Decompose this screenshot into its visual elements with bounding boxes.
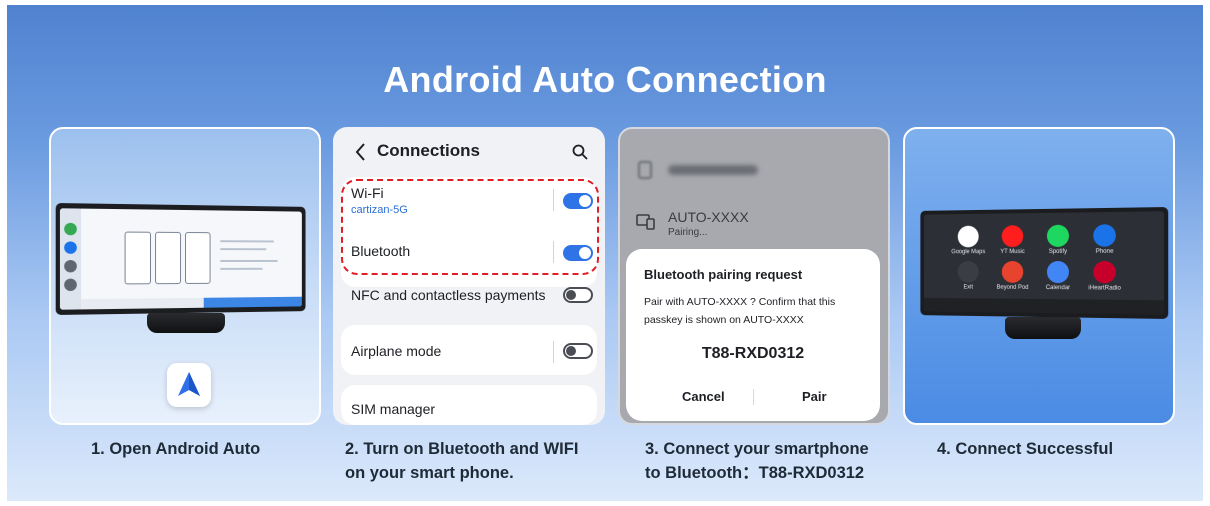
text-line bbox=[220, 248, 267, 251]
app-icon-yt-music[interactable] bbox=[1001, 225, 1024, 248]
banner: Android Auto Connection Connections Wi-F… bbox=[7, 5, 1203, 501]
caption-line: 1. Open Android Auto bbox=[91, 440, 261, 458]
highlight-outline bbox=[341, 179, 599, 275]
step-4-panel: Google Maps YT Music Spotify Phone Exit Beyon… bbox=[903, 127, 1175, 425]
step-1-caption: 1. Open Android Auto bbox=[91, 437, 260, 461]
device-name[interactable]: AUTO-XXXX bbox=[668, 209, 749, 225]
nfc-row[interactable]: NFC and contactless payments bbox=[341, 285, 597, 315]
app-label: Phone bbox=[1095, 248, 1114, 255]
app-label: Google Maps bbox=[951, 249, 986, 256]
caption-line: on your smart phone. bbox=[345, 464, 514, 482]
chevron-left-icon[interactable] bbox=[351, 139, 371, 165]
step-3-caption: 3. Connect your smartphone to Bluetooth：… bbox=[645, 437, 869, 485]
app-icon-google-maps[interactable] bbox=[957, 225, 979, 248]
step-1-panel bbox=[49, 127, 321, 425]
step-2-panel: Connections Wi-Fi cartizan-5G Bluetooth … bbox=[333, 127, 605, 425]
app-icon-iheartradio[interactable] bbox=[1093, 260, 1116, 284]
text-line bbox=[220, 259, 278, 262]
headline: Android Auto Connection bbox=[383, 59, 827, 100]
app-label: iHeartRadio bbox=[1088, 285, 1121, 292]
text-line bbox=[220, 240, 274, 243]
computer-icon bbox=[636, 213, 656, 231]
caption-line: 2. Turn on Bluetooth and WIFI bbox=[345, 440, 579, 458]
dialog-message: Pair with AUTO-XXXX ? Confirm that this … bbox=[644, 293, 866, 329]
divider bbox=[753, 389, 754, 405]
app-icon-exit[interactable] bbox=[957, 261, 979, 283]
pairing-dialog: Bluetooth pairing request Pair with AUTO… bbox=[626, 249, 880, 421]
device-stand bbox=[1005, 317, 1081, 339]
media-bar bbox=[924, 297, 1164, 315]
app-label: Beyond Pod bbox=[996, 284, 1029, 291]
device-status: Pairing... bbox=[668, 227, 708, 238]
nfc-toggle[interactable] bbox=[563, 287, 593, 303]
app-label: Exit bbox=[963, 284, 973, 291]
back-icon bbox=[64, 260, 77, 273]
step-4-caption: 4. Connect Successful bbox=[937, 437, 1113, 461]
app-icon-beyond-pod[interactable] bbox=[1001, 261, 1024, 283]
phone-illustration bbox=[124, 231, 152, 285]
dialog-line: Pair with AUTO-XXXX ? Confirm that this bbox=[644, 296, 836, 308]
caption-line: 4. Connect Successful bbox=[937, 440, 1114, 458]
phone-illustration bbox=[185, 232, 211, 284]
head-unit-screen bbox=[55, 203, 306, 315]
airplane-toggle[interactable] bbox=[563, 343, 593, 359]
head-unit-screen: Google Maps YT Music Spotify Phone Exit Beyon… bbox=[920, 207, 1169, 319]
phone-illustration bbox=[155, 231, 182, 285]
phone-icon bbox=[638, 161, 652, 179]
search-icon[interactable] bbox=[571, 143, 589, 161]
dialog-line: passkey is shown on AUTO-XXXX bbox=[644, 314, 804, 326]
dialog-title: Bluetooth pairing request bbox=[644, 267, 803, 282]
nfc-label: NFC and contactless payments bbox=[351, 287, 546, 303]
passkey: T88-RXD0312 bbox=[701, 345, 805, 362]
caption-line: to Bluetooth：T88-RXD0312 bbox=[645, 464, 865, 482]
app-label: YT Music bbox=[1000, 249, 1025, 256]
android-auto-icon[interactable] bbox=[167, 363, 211, 407]
app-icon-spotify[interactable] bbox=[1046, 224, 1069, 247]
divider bbox=[553, 341, 554, 363]
airplane-label: Airplane mode bbox=[351, 343, 442, 359]
connections-header: Connections bbox=[333, 137, 605, 167]
airplane-row[interactable]: Airplane mode bbox=[341, 341, 597, 371]
maps-icon bbox=[64, 222, 77, 236]
step-3-panel: AUTO-XXXX Pairing... Bluetooth pairing r… bbox=[618, 127, 890, 425]
sim-label: SIM manager bbox=[351, 401, 436, 417]
cancel-button[interactable]: Cancel bbox=[682, 389, 725, 404]
pair-button[interactable]: Pair bbox=[802, 389, 827, 404]
app-label: Spotify bbox=[1048, 248, 1068, 255]
device-stand bbox=[147, 313, 225, 333]
settings-icon bbox=[64, 241, 77, 254]
step-2-caption: 2. Turn on Bluetooth and WIFI on your sm… bbox=[345, 437, 578, 485]
caption-line: 3. Connect your smartphone bbox=[645, 440, 869, 458]
page-title: Connections bbox=[377, 141, 480, 160]
text-line bbox=[220, 267, 263, 270]
sim-row[interactable]: SIM manager bbox=[341, 399, 597, 423]
app-icon-calendar[interactable] bbox=[1046, 260, 1069, 284]
home-icon bbox=[64, 278, 77, 292]
app-label: Calendar bbox=[1045, 285, 1071, 292]
app-icon-phone[interactable] bbox=[1093, 224, 1116, 247]
